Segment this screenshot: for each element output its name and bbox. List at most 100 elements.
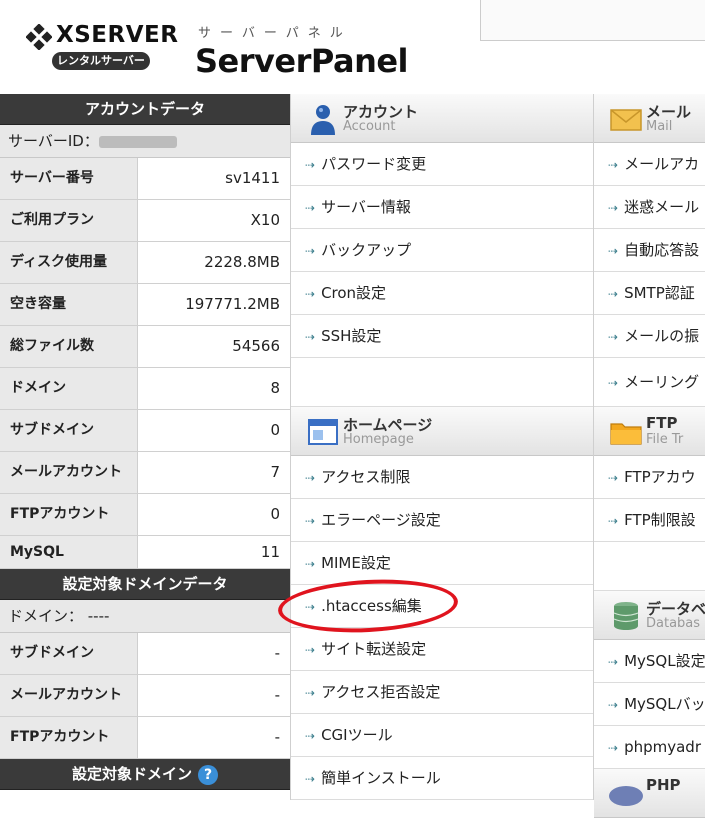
menu-item-label: .htaccess編集 <box>321 597 422 615</box>
rental-server-badge: レンタルサーバー <box>52 52 150 70</box>
category-mail: メール Mail <box>594 94 705 143</box>
row-value: 197771.2MB <box>138 284 290 325</box>
account-row: 空き容量 197771.2MB <box>0 284 290 326</box>
menu-item-cgi-tools[interactable]: ⇢ CGIツール <box>291 714 593 757</box>
category-database-en: Databas <box>646 616 701 631</box>
arrow-icon: ⇢ <box>608 244 619 258</box>
menu-item-label: サーバー情報 <box>321 198 411 216</box>
row-label: MySQL <box>0 536 138 568</box>
menu-column-mail-ftp-db: メール Mail ⇢ メールアカ ⇢ 迷惑メール ⇢ 自動応答設 ⇢ SMTP認証 ⇢ メ… <box>593 94 705 818</box>
menu-item-mysql-backup[interactable]: ⇢ MySQLバッ <box>594 683 705 726</box>
arrow-icon: ⇢ <box>305 287 316 301</box>
account-row: ディスク使用量 2228.8MB <box>0 242 290 284</box>
account-row: 総ファイル数 54566 <box>0 326 290 368</box>
menu-item-mail-account[interactable]: ⇢ メールアカ <box>594 143 705 186</box>
category-php: PHP <box>594 769 705 818</box>
row-label: FTPアカウント <box>0 494 138 535</box>
row-value: - <box>138 633 290 674</box>
arrow-icon: ⇢ <box>608 741 619 755</box>
arrow-icon: ⇢ <box>608 287 619 301</box>
menu-item-ftp-account[interactable]: ⇢ FTPアカウ <box>594 456 705 499</box>
target-domain-title: 設定対象ドメイン <box>71 765 192 783</box>
arrow-icon: ⇢ <box>608 655 619 669</box>
arrow-icon: ⇢ <box>608 376 619 390</box>
header-right-box <box>480 0 705 41</box>
menu-item-label: バックアップ <box>321 241 412 259</box>
account-row: サーバー番号 sv1411 <box>0 158 290 200</box>
arrow-icon: ⇢ <box>608 471 619 485</box>
arrow-icon: ⇢ <box>305 330 316 344</box>
target-domain-heading: 設定対象ドメイン? <box>0 759 290 790</box>
menu-item-label: MySQL設定 <box>624 652 705 670</box>
menu-item-htaccess-edit[interactable]: ⇢ .htaccess編集 <box>291 585 593 628</box>
domain-row: サブドメイン - <box>0 633 290 675</box>
row-value: X10 <box>138 200 290 241</box>
menu-item-label: MySQLバッ <box>624 695 705 713</box>
account-row: メールアカウント 7 <box>0 452 290 494</box>
menu-item-label: SSH設定 <box>321 327 382 345</box>
account-row: FTPアカウント 0 <box>0 494 290 536</box>
account-data-panel: アカウントデータ サーバーID： サーバー番号 sv1411 ご利用プラン X10 … <box>0 94 290 800</box>
row-value: 11 <box>138 536 290 568</box>
row-value: - <box>138 717 290 758</box>
menu-item-password-change[interactable]: ⇢ パスワード変更 <box>291 143 593 186</box>
row-label: メールアカウント <box>0 675 138 716</box>
menu-item-error-page[interactable]: ⇢ エラーページ設定 <box>291 499 593 542</box>
account-user-icon <box>311 105 335 135</box>
menu-item-ssh[interactable]: ⇢ SSH設定 <box>291 315 593 358</box>
row-value: 8 <box>138 368 290 409</box>
row-label: サブドメイン <box>0 633 138 674</box>
menu-item-phpmyadmin[interactable]: ⇢ phpmyadr <box>594 726 705 769</box>
menu-item-label: メーリング <box>624 373 700 391</box>
menu-item-label: アクセス制限 <box>321 468 411 486</box>
menu-spacer <box>594 542 705 591</box>
menu-item-ftp-restriction[interactable]: ⇢ FTP制限設 <box>594 499 705 542</box>
account-row: ご利用プラン X10 <box>0 200 290 242</box>
menu-item-label: サイト転送設定 <box>321 640 427 658</box>
category-mail-en: Mail <box>646 119 673 134</box>
row-label: ドメイン <box>0 368 138 409</box>
menu-item-auto-reply[interactable]: ⇢ 自動応答設 <box>594 229 705 272</box>
help-icon[interactable]: ? <box>198 765 218 785</box>
menu-item-smtp-auth[interactable]: ⇢ SMTP認証 <box>594 272 705 315</box>
menu-item-spam[interactable]: ⇢ 迷惑メール <box>594 186 705 229</box>
menu-item-access-restriction[interactable]: ⇢ アクセス制限 <box>291 456 593 499</box>
account-row: サブドメイン 0 <box>0 410 290 452</box>
category-ftp: FTP File Tr <box>594 407 705 456</box>
menu-item-server-info[interactable]: ⇢ サーバー情報 <box>291 186 593 229</box>
category-database: データベ Databas <box>594 591 705 640</box>
menu-item-label: 自動応答設 <box>624 241 700 259</box>
domain-data-heading: 設定対象ドメインデータ <box>0 569 290 600</box>
row-value: 0 <box>138 410 290 451</box>
mail-envelope-icon <box>610 109 642 131</box>
ftp-folder-icon <box>610 423 642 445</box>
menu-item-backup[interactable]: ⇢ バックアップ <box>291 229 593 272</box>
category-account-en: Account <box>343 119 396 134</box>
arrow-icon: ⇢ <box>305 514 316 528</box>
menu-item-site-redirect[interactable]: ⇢ サイト転送設定 <box>291 628 593 671</box>
menu-item-cron[interactable]: ⇢ Cron設定 <box>291 272 593 315</box>
category-ftp-ja: FTP <box>646 414 678 432</box>
homepage-window-icon <box>308 419 338 445</box>
category-ftp-en: File Tr <box>646 432 684 447</box>
menu-item-label: アクセス拒否設定 <box>321 683 441 701</box>
row-label: 空き容量 <box>0 284 138 325</box>
menu-item-mime[interactable]: ⇢ MIME設定 <box>291 542 593 585</box>
account-data-heading: アカウントデータ <box>0 94 290 125</box>
menu-item-easy-install[interactable]: ⇢ 簡単インストール <box>291 757 593 800</box>
row-value: 0 <box>138 494 290 535</box>
menu-item-access-deny[interactable]: ⇢ アクセス拒否設定 <box>291 671 593 714</box>
arrow-icon: ⇢ <box>305 600 316 614</box>
menu-item-label: 簡単インストール <box>321 769 441 787</box>
category-homepage-en: Homepage <box>343 432 414 447</box>
menu-item-mail-sort[interactable]: ⇢ メールの振 <box>594 315 705 358</box>
row-value: sv1411 <box>138 158 290 199</box>
row-label: ディスク使用量 <box>0 242 138 283</box>
arrow-icon: ⇢ <box>608 158 619 172</box>
menu-item-mysql-settings[interactable]: ⇢ MySQL設定 <box>594 640 705 683</box>
menu-item-mailing-list[interactable]: ⇢ メーリング <box>594 358 705 407</box>
database-cylinder-icon <box>613 602 639 630</box>
row-value: 7 <box>138 452 290 493</box>
arrow-icon: ⇢ <box>608 698 619 712</box>
arrow-icon: ⇢ <box>608 201 619 215</box>
